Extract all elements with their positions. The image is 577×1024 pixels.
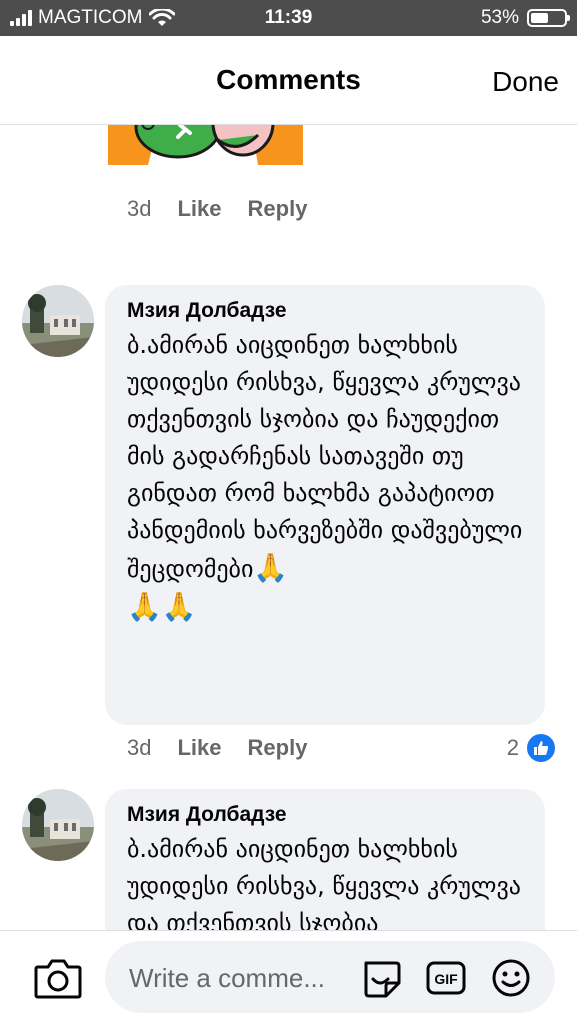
- reaction-summary[interactable]: 2: [507, 732, 557, 764]
- battery-percent: 53%: [480, 7, 519, 28]
- comment-text: ბ.ამირან აიცდინეთ ხალხხის უდიდესი რისხვა…: [127, 835, 521, 930]
- comment-author[interactable]: Мзия Долбадзе: [127, 299, 523, 323]
- comment-author[interactable]: Мзия Долбадзе: [127, 803, 523, 827]
- thumbs-up-icon: [525, 732, 557, 764]
- comment-time: 3d: [127, 735, 152, 760]
- avatar[interactable]: [22, 789, 94, 861]
- comment-input[interactable]: [127, 959, 351, 997]
- status-bar: MAGTICOM 11:39 53%: [0, 0, 577, 36]
- comment-bubble[interactable]: Мзия Долбадзе ბ.ამირან აიცდინეთ ხალხხის …: [105, 789, 545, 930]
- reaction-count: 2: [506, 735, 519, 760]
- reply-button[interactable]: Reply: [248, 735, 308, 761]
- page-title: Comments: [216, 64, 361, 95]
- avatar-photo: [22, 789, 94, 861]
- emoji-icon[interactable]: [490, 957, 532, 999]
- sticker-icon[interactable]: [360, 957, 402, 999]
- comment-body: ბ.ამირან აიცდინეთ ხალხხის უდიდესი რისხვა…: [127, 331, 523, 583]
- comment-actions: 3d Like Reply: [127, 735, 307, 761]
- like-button[interactable]: Like: [177, 735, 221, 761]
- reply-button[interactable]: Reply: [248, 196, 308, 222]
- done-button[interactable]: Done: [492, 66, 559, 98]
- emoji-line: 🙏🙏: [127, 590, 197, 623]
- camera-icon[interactable]: [34, 957, 82, 999]
- comment-input-container[interactable]: GIF: [105, 941, 555, 1013]
- battery-icon: [527, 9, 570, 27]
- comment-time: 3d: [127, 196, 152, 221]
- comments-header: Comments Done: [0, 36, 577, 125]
- avatar-photo: [22, 285, 94, 357]
- comments-list[interactable]: 3d Like Reply Мзия Долбадзе ბ.ამირან აიც…: [0, 125, 577, 930]
- comment-text: ბ.ამირან აიცდინეთ ხალხხის უდიდესი რისხვა…: [127, 327, 523, 627]
- avatar[interactable]: [22, 285, 94, 357]
- gif-icon[interactable]: GIF: [425, 957, 467, 999]
- battery-level: [531, 13, 548, 23]
- battery-area: 53%: [480, 7, 570, 29]
- svg-text:GIF: GIF: [434, 971, 458, 987]
- comment-bubble[interactable]: Мзия Долбадзе ბ.ამირან აიცდინეთ ხალხხის …: [105, 285, 545, 725]
- sticker-image: [108, 125, 303, 165]
- comments-sheet: Comments Done 3d Like Reply Мзия Долбадз…: [0, 36, 577, 1024]
- comment-composer: GIF: [0, 930, 577, 1024]
- like-button[interactable]: Like: [177, 196, 221, 222]
- prev-comment-actions: 3d Like Reply: [127, 196, 307, 222]
- emoji-inline: 🙏: [253, 551, 289, 584]
